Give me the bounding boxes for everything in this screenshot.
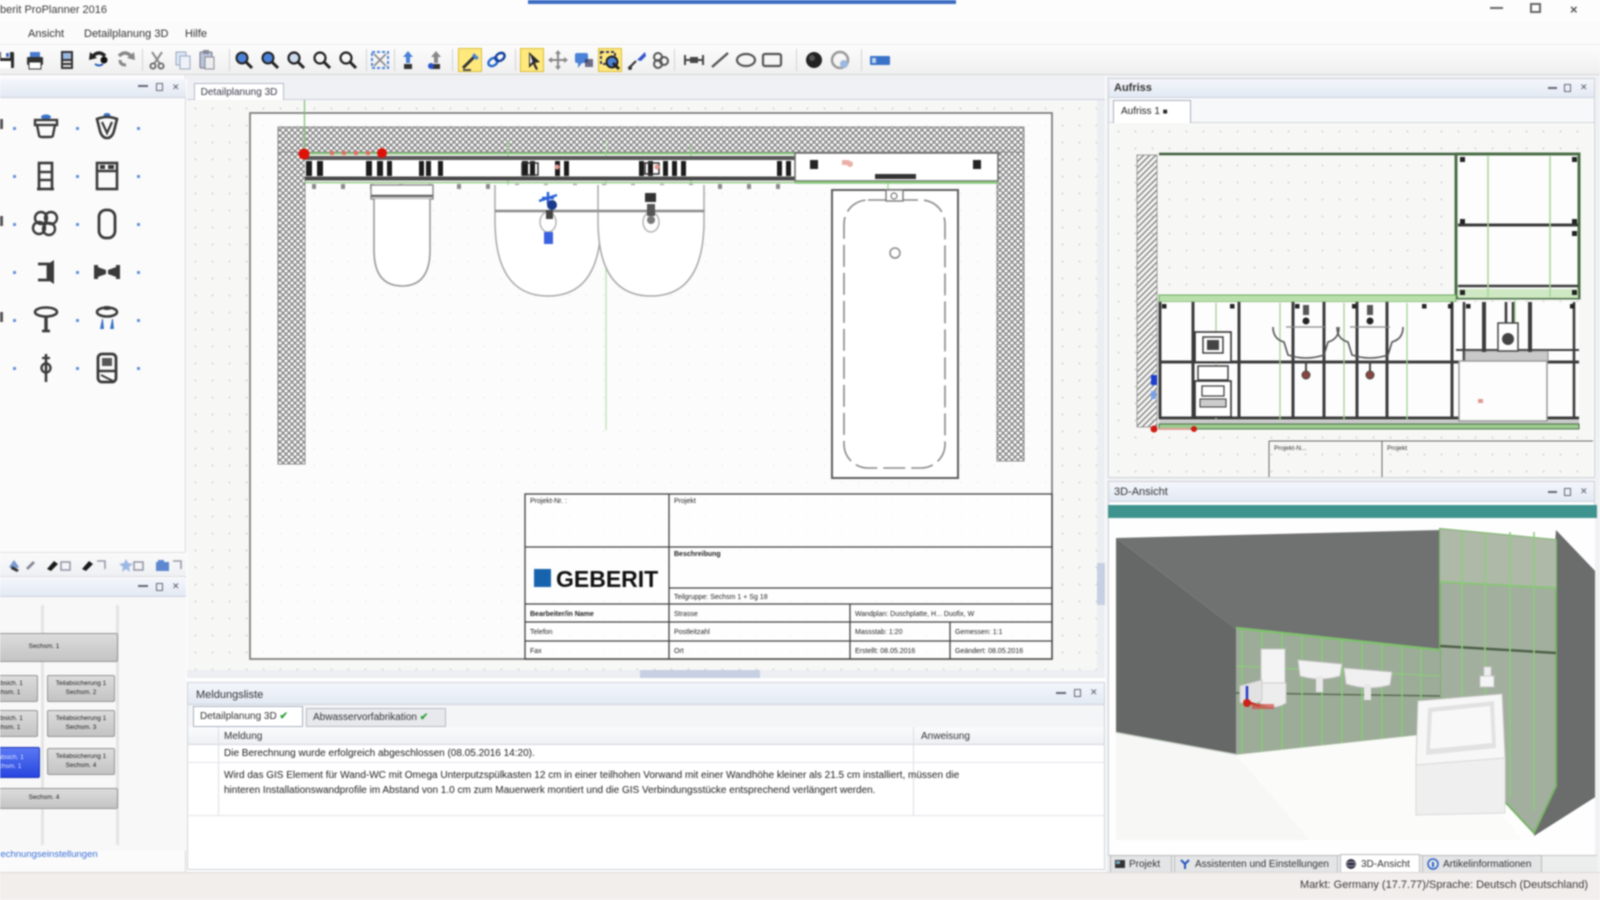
svg-text:Teilgruppe: Sechsm 1 + Sg 18: Teilgruppe: Sechsm 1 + Sg 18: [674, 594, 768, 601]
svg-text:Projekt: Projekt: [1387, 445, 1407, 452]
svg-text:Bearbeiter/in Name: Bearbeiter/in Name: [530, 611, 594, 618]
svg-text:Projekt-Nr. :: Projekt-Nr. :: [530, 498, 567, 505]
svg-text:Projekt: Projekt: [674, 498, 696, 505]
svg-text:Ort: Ort: [674, 648, 684, 655]
svg-text:Erstellt: 08.05.2016: Erstellt: 08.05.2016: [855, 648, 915, 655]
svg-text:Beschreibung: Beschreibung: [674, 551, 721, 558]
svg-text:Gemessen: 1:1: Gemessen: 1:1: [955, 629, 1003, 636]
svg-text:Telefon: Telefon: [530, 629, 553, 636]
svg-text:Geändert: 08.05.2016: Geändert: 08.05.2016: [955, 648, 1023, 655]
svg-text:GEBERIT: GEBERIT: [556, 566, 658, 592]
svg-text:Fax: Fax: [530, 648, 542, 655]
svg-text:Massstab: 1:20: Massstab: 1:20: [855, 629, 903, 636]
svg-text:Wandplan: Duschplatte, H... D: Wandplan: Duschplatte, H... Duofix, W: [855, 611, 975, 618]
svg-text:Strasse: Strasse: [674, 611, 698, 618]
svg-text:Postleitzahl: Postleitzahl: [674, 629, 710, 636]
svg-text:Projekt-N...: Projekt-N...: [1274, 445, 1307, 452]
